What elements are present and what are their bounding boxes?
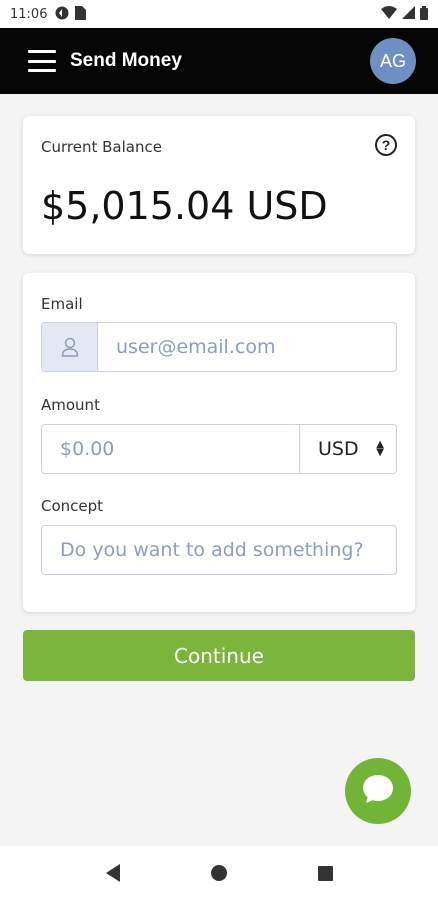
chat-button[interactable] [345, 758, 411, 824]
user-icon [42, 323, 98, 371]
concept-label: Concept [41, 497, 104, 515]
currency-value: USD [318, 438, 359, 460]
system-nav-bar [0, 846, 438, 900]
email-label: Email [41, 295, 83, 313]
concept-field[interactable]: Do you want to add something? [41, 525, 397, 575]
status-bar: 11:06 [0, 0, 438, 28]
home-icon[interactable] [210, 865, 227, 881]
continue-button[interactable]: Continue [23, 630, 415, 681]
notification-icon [55, 6, 69, 23]
email-field[interactable]: user@email.com [41, 322, 397, 372]
amount-field[interactable]: $0.00 USD ▲ ▼ [41, 424, 397, 474]
page-title: Send Money [70, 50, 182, 71]
wifi-icon [381, 6, 397, 22]
email-input[interactable]: user@email.com [98, 323, 396, 371]
chat-bubble-icon [360, 771, 396, 812]
signal-icon [402, 6, 415, 22]
back-icon[interactable] [105, 864, 120, 882]
concept-input[interactable]: Do you want to add something? [42, 526, 396, 574]
amount-input[interactable]: $0.00 [42, 425, 299, 473]
status-time: 11:06 [10, 6, 48, 22]
hamburger-menu-icon[interactable] [28, 50, 56, 72]
recent-apps-icon[interactable] [317, 865, 333, 881]
balance-amount: $5,015.04 USD [41, 184, 328, 228]
sort-caret-icon: ▲ ▼ [376, 439, 384, 458]
balance-label: Current Balance [41, 138, 162, 156]
sim-card-icon [75, 5, 87, 23]
question-circle-icon[interactable]: ? [375, 134, 397, 156]
avatar[interactable]: AG [370, 38, 416, 84]
send-money-form: Email user@email.com Amount $0.00 USD ▲ ▼… [23, 273, 415, 612]
battery-icon [420, 5, 428, 23]
app-bar: Send Money AG [0, 28, 438, 94]
balance-card: Current Balance ? $5,015.04 USD [23, 116, 415, 254]
amount-label: Amount [41, 396, 100, 414]
currency-select[interactable]: USD ▲ ▼ [299, 425, 396, 473]
